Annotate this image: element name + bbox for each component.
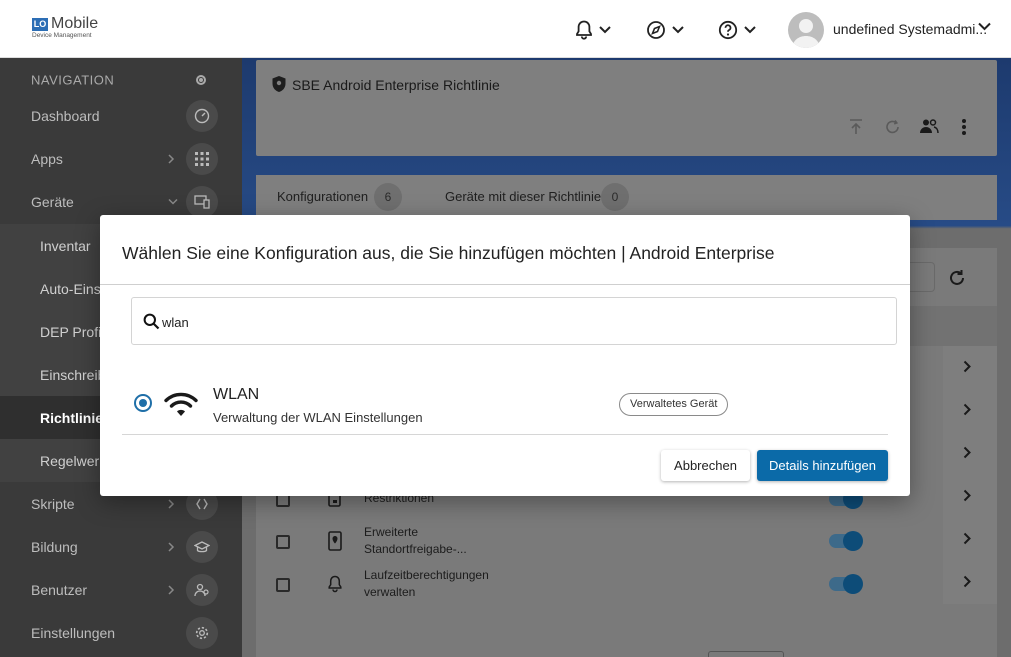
search-icon xyxy=(143,313,160,330)
chevron-right-icon[interactable] xyxy=(963,403,971,416)
sidebar-item-label: Einstellungen xyxy=(31,624,116,641)
chevron-right-icon[interactable] xyxy=(963,532,971,545)
more-vert-icon[interactable] xyxy=(961,118,967,136)
users-icon xyxy=(186,573,218,606)
option-description: Verwaltung der WLAN Einstellungen xyxy=(213,410,423,425)
logo-badge: LO xyxy=(32,18,48,31)
chevron-right-icon xyxy=(168,498,175,509)
sidebar-item-label: Dashboard xyxy=(31,107,100,124)
permission-bell-icon xyxy=(328,575,342,593)
divider xyxy=(100,284,910,285)
sidebar-item-label: Bildung xyxy=(31,538,78,555)
tab-konfigurationen[interactable]: Konfigurationen xyxy=(277,189,368,204)
row-toggle[interactable] xyxy=(829,531,863,551)
option-radio[interactable] xyxy=(134,394,152,412)
sidebar-item-bildung[interactable]: Bildung xyxy=(0,525,242,568)
sidebar-item-label: Apps xyxy=(31,150,63,167)
sidebar-item-label: Benutzer xyxy=(31,581,88,598)
tab-count-badge: 6 xyxy=(374,183,402,211)
list-search-field[interactable] xyxy=(909,262,935,292)
tab-count-badge: 0 xyxy=(601,183,629,211)
tab-geraete[interactable]: Geräte mit dieser Richtlinie xyxy=(445,189,601,204)
notifications-menu[interactable] xyxy=(575,17,611,43)
chevron-right-icon xyxy=(168,153,175,164)
avatar[interactable] xyxy=(788,12,824,48)
row-label: Erweiterte Standortfreigabe-... xyxy=(364,525,467,556)
chevron-right-icon[interactable] xyxy=(963,446,971,459)
sidebar-item-label: Inventar xyxy=(40,237,91,254)
compass-icon xyxy=(647,21,665,39)
refresh-icon[interactable] xyxy=(884,118,902,136)
user-name[interactable]: undefined Systemadmi... xyxy=(833,21,987,37)
row-checkbox[interactable] xyxy=(276,578,290,592)
grid-icon xyxy=(186,142,218,175)
app-logo[interactable]: LO Mobile Device Management xyxy=(32,15,112,43)
compass-menu[interactable] xyxy=(646,17,684,43)
location-device-icon xyxy=(328,531,342,551)
radio-dot-icon[interactable] xyxy=(196,74,206,85)
speedometer-icon xyxy=(186,99,218,132)
chevron-down-icon xyxy=(168,198,178,205)
shield-icon xyxy=(272,76,286,92)
search-field[interactable] xyxy=(131,297,897,345)
policy-header-card xyxy=(256,60,997,156)
add-configuration-dialog: Wählen Sie eine Konfiguration aus, die S… xyxy=(100,215,910,496)
policy-title: SBE Android Enterprise Richtlinie xyxy=(292,77,500,93)
chevron-right-icon xyxy=(168,541,175,552)
chevron-right-icon[interactable] xyxy=(963,360,971,373)
help-menu[interactable] xyxy=(718,17,756,43)
sidebar-item-label: Skripte xyxy=(31,495,75,512)
cancel-button[interactable]: Abbrechen xyxy=(661,450,750,481)
wifi-icon xyxy=(164,392,198,416)
sidebar-item-apps[interactable]: Apps xyxy=(0,137,242,180)
sidebar-item-label: Einschreib xyxy=(40,366,106,383)
sidebar-item-label: Regelwerk xyxy=(40,452,107,469)
search-input[interactable] xyxy=(162,311,862,333)
sidebar-item-label: Geräte xyxy=(31,193,74,210)
row-toggle[interactable] xyxy=(829,574,863,594)
dialog-title: Wählen Sie eine Konfiguration aus, die S… xyxy=(122,243,775,263)
managed-device-chip: Verwaltetes Gerät xyxy=(619,393,729,416)
gear-icon xyxy=(186,616,218,649)
add-details-button[interactable]: Details hinzufügen xyxy=(757,450,888,481)
row-actions-column xyxy=(943,346,997,604)
sidebar-item-dashboard[interactable]: Dashboard xyxy=(0,94,242,137)
chevron-down-icon xyxy=(744,26,756,34)
top-header: LO Mobile Device Management undefined Sy… xyxy=(0,0,1011,58)
refresh-icon[interactable] xyxy=(948,269,966,287)
row-checkbox[interactable] xyxy=(276,535,290,549)
sidebar-heading-label: NAVIGATION xyxy=(31,72,115,87)
graduation-icon xyxy=(186,530,218,563)
upload-icon[interactable] xyxy=(848,118,864,136)
chevron-down-icon[interactable] xyxy=(978,22,991,31)
devices-icon xyxy=(186,185,218,218)
avatar-icon xyxy=(792,19,820,48)
chevron-down-icon xyxy=(599,26,611,34)
logo-name: Mobile xyxy=(51,15,99,32)
chevron-right-icon[interactable] xyxy=(963,489,971,502)
option-title[interactable]: WLAN xyxy=(213,386,259,404)
users-icon[interactable] xyxy=(919,118,939,134)
chevron-right-icon[interactable] xyxy=(963,575,971,588)
logo-subtitle: Device Management xyxy=(32,32,92,39)
sidebar-item-label: Auto-Einsc xyxy=(40,280,108,297)
sidebar-item-benutzer[interactable]: Benutzer xyxy=(0,568,242,611)
help-icon xyxy=(718,20,738,40)
bell-icon xyxy=(576,20,592,40)
chevron-down-icon xyxy=(672,26,684,34)
sidebar-item-einstellungen[interactable]: Einstellungen xyxy=(0,611,242,654)
row-label: Laufzeitberechtigungen verwalten xyxy=(364,568,489,599)
divider xyxy=(122,434,888,435)
chevron-right-icon xyxy=(168,584,175,595)
bottom-button-stub[interactable] xyxy=(708,651,784,657)
